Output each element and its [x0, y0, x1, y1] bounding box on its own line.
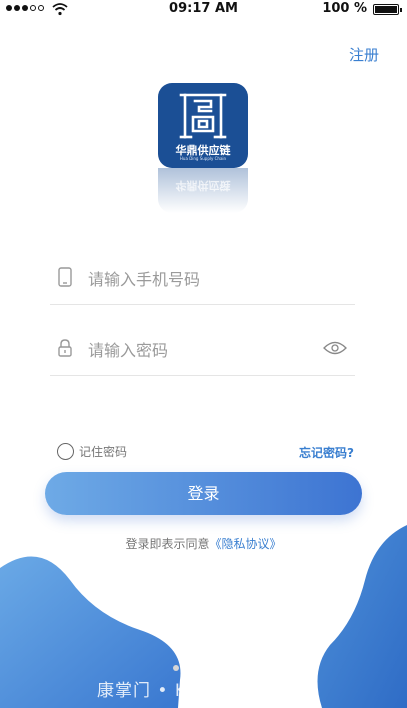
logo-mark-icon — [179, 93, 227, 139]
login-button[interactable]: 登录 — [45, 472, 362, 515]
logo-reflection: 华鼎供应链 — [158, 168, 248, 213]
password-input[interactable]: 请输入密码 — [88, 337, 168, 361]
phone-input[interactable]: 请输入手机号码 — [88, 266, 200, 290]
forgot-password-link[interactable]: 忘记密码? — [299, 444, 354, 461]
remember-radio[interactable] — [57, 443, 74, 460]
status-bar: 09:17 AM 100 % — [0, 0, 407, 20]
logo-reflection-text: 华鼎供应链 — [175, 179, 231, 192]
page-indicator — [173, 665, 179, 671]
phone-field[interactable]: 请输入手机号码 — [50, 253, 355, 305]
battery-icon — [373, 4, 402, 15]
eye-icon[interactable] — [323, 340, 347, 356]
password-field[interactable]: 请输入密码 — [50, 324, 355, 376]
app-logo: 华鼎供应链 Hua Ding Supply Chain — [158, 83, 248, 168]
phone-icon — [58, 267, 72, 287]
lock-icon — [58, 339, 72, 357]
remember-password[interactable]: 记住密码 — [57, 443, 127, 460]
watermark: 康掌门 • KANGZM.COM — [97, 681, 305, 701]
battery-percent: 100 % — [322, 1, 367, 16]
logo-name-en: Hua Ding Supply Chain — [179, 156, 227, 161]
register-link[interactable]: 注册 — [349, 44, 379, 65]
remember-label: 记住密码 — [79, 445, 128, 459]
